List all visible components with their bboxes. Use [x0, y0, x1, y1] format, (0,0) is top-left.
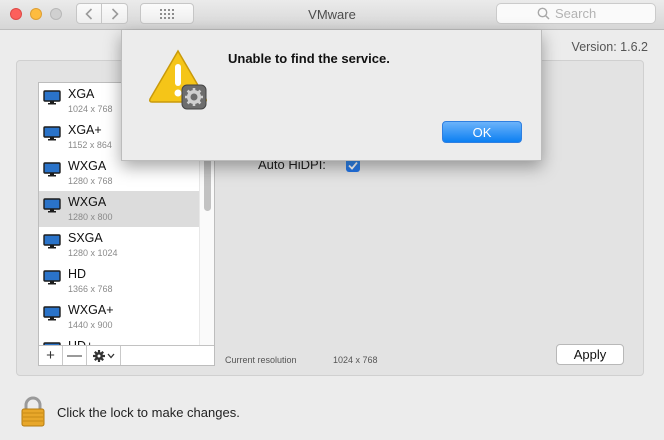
search-icon — [537, 7, 550, 20]
current-resolution-label: Current resolution — [225, 355, 297, 365]
warning-icon — [148, 49, 212, 116]
lock-message: Click the lock to make changes. — [57, 405, 240, 420]
resolution-size: 1280 x 800 — [68, 212, 113, 222]
monitor-icon — [43, 234, 61, 249]
alert-sheet: Unable to find the service. OK — [121, 30, 542, 161]
current-resolution-value: 1024 x 768 — [333, 355, 378, 365]
apply-button[interactable]: Apply — [556, 344, 624, 365]
gear-badge-icon — [181, 84, 207, 110]
monitor-icon — [43, 126, 61, 141]
ok-button[interactable]: OK — [442, 121, 522, 143]
resolution-size: 1366 x 768 — [68, 284, 113, 294]
checkmark-icon — [348, 161, 358, 170]
resolution-size: 1152 x 864 — [68, 140, 112, 150]
monitor-icon — [43, 270, 61, 285]
add-resolution-button[interactable]: + — [39, 346, 63, 365]
remove-resolution-button[interactable]: — — [63, 346, 87, 365]
resolution-size: 1440 x 900 — [68, 320, 113, 330]
resolution-name: HD — [68, 267, 87, 281]
list-footer: + — — [39, 345, 214, 365]
monitor-icon — [43, 90, 61, 105]
version-label: Version: 1.6.2 — [571, 40, 648, 54]
resolution-name: WXGA — [68, 195, 107, 209]
resolution-name: WXGA — [68, 159, 107, 173]
alert-message: Unable to find the service. — [228, 51, 390, 66]
action-menu-button[interactable] — [87, 346, 121, 365]
search-placeholder: Search — [555, 6, 597, 21]
list-item[interactable]: HD+ — [39, 335, 202, 345]
monitor-icon — [43, 162, 61, 177]
title-bar: VMware Search — [0, 0, 664, 30]
resolution-size: 1024 x 768 — [68, 104, 113, 114]
gear-icon — [92, 349, 114, 362]
monitor-icon — [43, 306, 61, 321]
resolution-name: XGA+ — [68, 123, 102, 137]
lock-icon[interactable] — [20, 396, 46, 433]
resolution-name: WXGA+ — [68, 303, 114, 317]
search-input[interactable]: Search — [496, 3, 656, 24]
list-item[interactable]: HD 1366 x 768 — [39, 263, 202, 299]
list-item[interactable]: WXGA+ 1440 x 900 — [39, 299, 202, 335]
resolution-size: 1280 x 768 — [68, 176, 113, 186]
resolution-size: 1280 x 1024 — [68, 248, 118, 258]
list-item[interactable]: SXGA 1280 x 1024 — [39, 227, 202, 263]
list-item[interactable]: WXGA 1280 x 800 — [39, 191, 202, 227]
resolution-name: SXGA — [68, 231, 103, 245]
resolution-name: XGA — [68, 87, 95, 101]
monitor-icon — [43, 198, 61, 213]
